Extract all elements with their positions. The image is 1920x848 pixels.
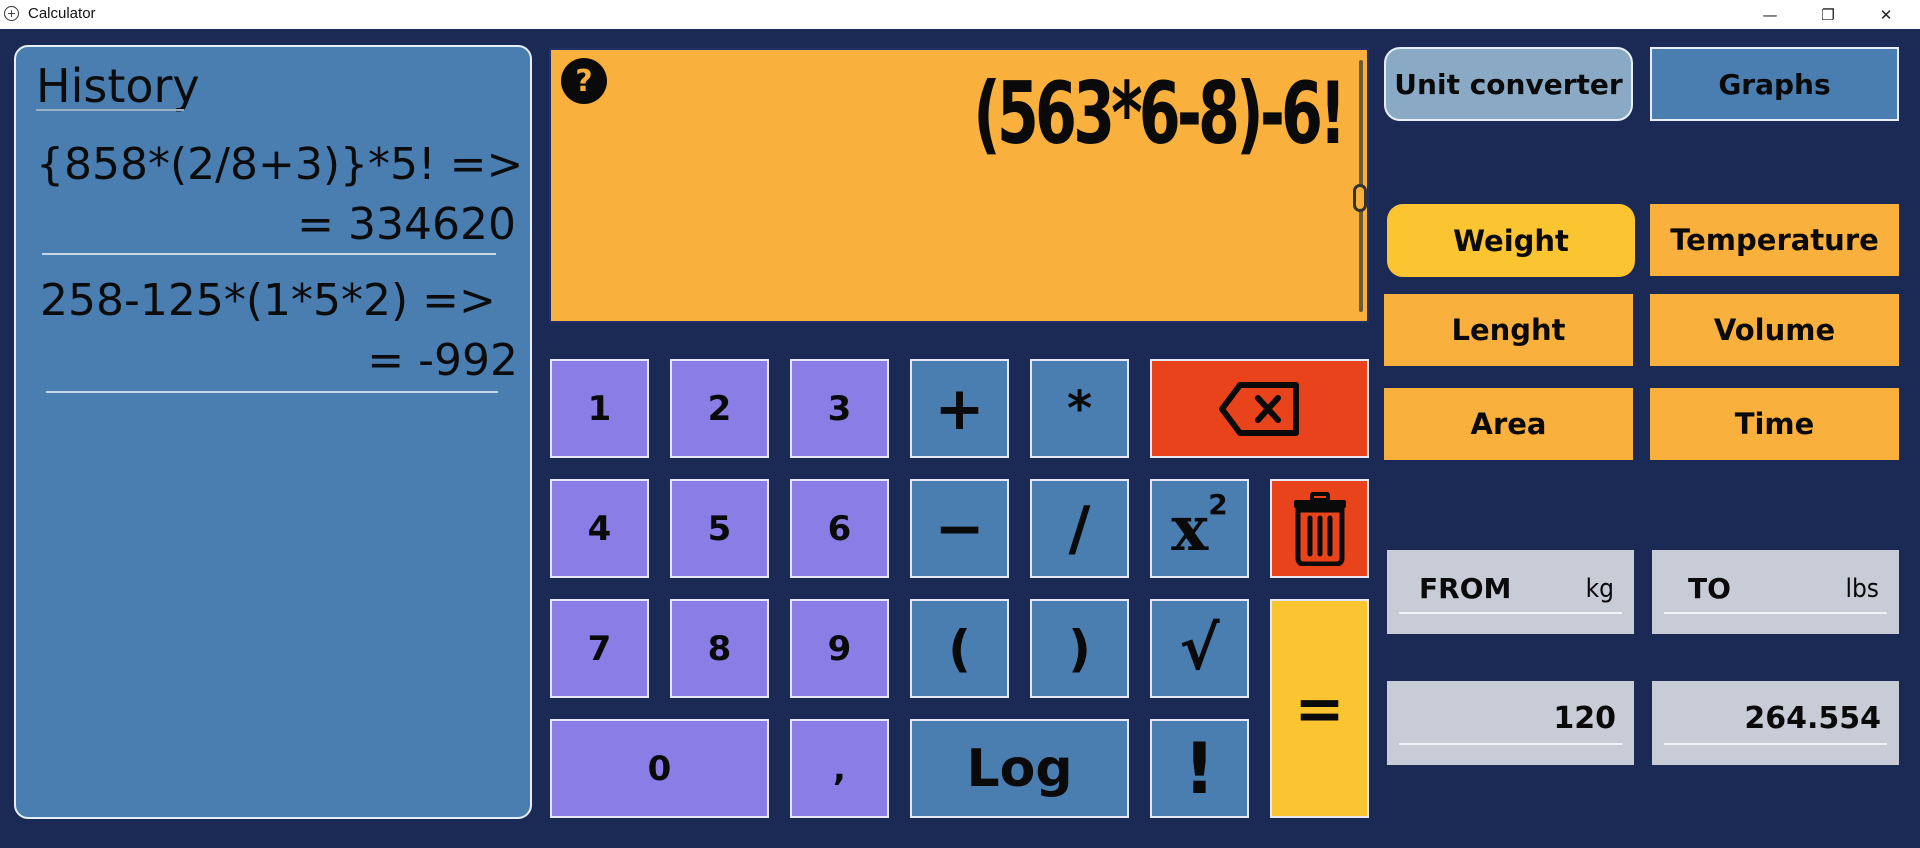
- help-button[interactable]: ?: [561, 58, 607, 104]
- history-title: History: [36, 59, 200, 113]
- category-temperature[interactable]: Temperature: [1650, 204, 1899, 276]
- app-icon: +: [4, 6, 19, 21]
- key-1[interactable]: 1: [550, 359, 649, 458]
- history-divider: [46, 391, 498, 393]
- clear-button[interactable]: [1270, 479, 1369, 578]
- backspace-icon: [1218, 381, 1299, 436]
- category-area[interactable]: Area: [1384, 388, 1633, 460]
- from-unit: kg: [1585, 574, 1614, 604]
- key-2[interactable]: 2: [670, 359, 769, 458]
- key-right-paren[interactable]: ): [1030, 599, 1129, 698]
- to-label: TO: [1688, 572, 1731, 605]
- category-time[interactable]: Time: [1650, 388, 1899, 460]
- key-5[interactable]: 5: [670, 479, 769, 578]
- graphs-button[interactable]: Graphs: [1650, 47, 1899, 121]
- key-divide[interactable]: /: [1030, 479, 1129, 578]
- key-multiply[interactable]: *: [1030, 359, 1129, 458]
- key-4[interactable]: 4: [550, 479, 649, 578]
- backspace-button[interactable]: [1150, 359, 1369, 458]
- history-divider: [42, 253, 496, 255]
- minimize-button[interactable]: —: [1741, 0, 1799, 29]
- square-base: x: [1171, 491, 1209, 565]
- display-expression: (563*6-8)-6!: [973, 64, 1347, 164]
- key-9[interactable]: 9: [790, 599, 889, 698]
- key-square[interactable]: x 2: [1150, 479, 1249, 578]
- to-unit: lbs: [1845, 574, 1879, 604]
- to-unit-selector[interactable]: TO lbs: [1652, 550, 1899, 634]
- key-minus[interactable]: −: [910, 479, 1009, 578]
- close-button[interactable]: ✕: [1857, 0, 1915, 29]
- history-result[interactable]: = 334620: [297, 199, 516, 250]
- key-plus[interactable]: +: [910, 359, 1009, 458]
- key-log[interactable]: Log: [910, 719, 1129, 818]
- history-panel: History {858*(2/8+3)}*5! => = 334620 258…: [14, 45, 532, 819]
- window-title: Calculator: [28, 5, 96, 22]
- history-expression[interactable]: 258-125*(1*5*2) =>: [40, 275, 496, 326]
- to-value: 264.554: [1744, 701, 1881, 736]
- from-label: FROM: [1419, 572, 1512, 605]
- from-value-input[interactable]: 120: [1387, 681, 1634, 765]
- from-value: 120: [1553, 701, 1616, 736]
- unit-converter-button[interactable]: Unit converter: [1384, 47, 1633, 121]
- to-underline: [1664, 612, 1887, 614]
- from-underline: [1399, 612, 1622, 614]
- category-length[interactable]: Lenght: [1384, 294, 1633, 366]
- key-3[interactable]: 3: [790, 359, 889, 458]
- key-factorial[interactable]: !: [1150, 719, 1249, 818]
- trash-icon: [1293, 491, 1346, 566]
- to-value-output[interactable]: 264.554: [1652, 681, 1899, 765]
- history-expression[interactable]: {858*(2/8+3)}*5! =>: [36, 139, 523, 190]
- history-title-underline: [36, 109, 184, 111]
- key-sqrt[interactable]: √: [1150, 599, 1249, 698]
- key-left-paren[interactable]: (: [910, 599, 1009, 698]
- category-weight[interactable]: Weight: [1387, 204, 1635, 277]
- from-unit-selector[interactable]: FROM kg: [1387, 550, 1634, 634]
- key-7[interactable]: 7: [550, 599, 649, 698]
- key-comma[interactable]: ,: [790, 719, 889, 818]
- to-value-underline: [1664, 743, 1887, 745]
- square-exponent: 2: [1208, 488, 1228, 521]
- from-value-underline: [1399, 743, 1622, 745]
- key-8[interactable]: 8: [670, 599, 769, 698]
- history-result[interactable]: = -992: [367, 335, 518, 386]
- maximize-button[interactable]: ❐: [1799, 0, 1857, 29]
- title-bar: + Calculator — ❐ ✕: [0, 0, 1920, 29]
- calculator-display: ? (563*6-8)-6!: [549, 48, 1369, 323]
- key-0[interactable]: 0: [550, 719, 769, 818]
- key-equals[interactable]: =: [1270, 599, 1369, 818]
- category-volume[interactable]: Volume: [1650, 294, 1899, 366]
- key-6[interactable]: 6: [790, 479, 889, 578]
- display-scrollbar-thumb[interactable]: [1353, 184, 1367, 212]
